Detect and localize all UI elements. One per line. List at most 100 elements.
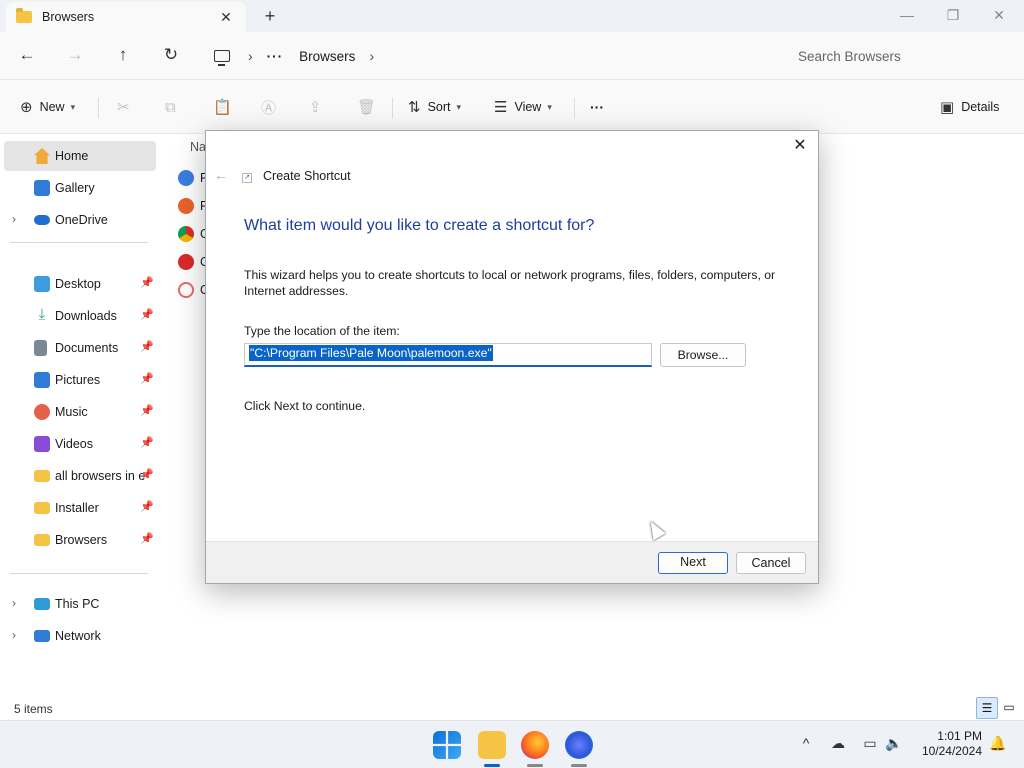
close-tab-button[interactable]: ✕ (216, 9, 236, 26)
paste-button[interactable]: 📋 (213, 96, 239, 118)
sidebar-item-label: all browsers in e (55, 469, 145, 483)
start-button[interactable] (433, 731, 461, 759)
sidebar-item-all-browsers[interactable]: all browsers in e 📌 (4, 461, 156, 491)
tab-browsers[interactable]: Browsers ✕ (6, 2, 246, 32)
pin-icon: 📌 (140, 277, 154, 289)
sidebar-item-videos[interactable]: Videos 📌 (4, 429, 156, 459)
status-bar: 5 items ☰ ▭ (0, 694, 1024, 720)
running-indicator (527, 764, 543, 767)
sidebar-item-desktop[interactable]: Desktop 📌 (4, 269, 156, 299)
notification-bell-icon[interactable]: 🔔 (988, 735, 1008, 752)
view-button[interactable]: ☰ View ▾ (494, 96, 552, 118)
sidebar-item-label: Home (55, 149, 89, 163)
volume-muted-icon[interactable]: 🔈 (884, 735, 904, 752)
back-arrow-icon[interactable]: ← (214, 167, 228, 183)
item-count: 5 items (14, 702, 53, 716)
firefox-taskbar-icon[interactable] (521, 731, 549, 759)
breadcrumb-overflow[interactable]: ··· (267, 49, 284, 64)
pin-icon: 📌 (140, 533, 154, 545)
sidebar-item-network[interactable]: › Network (4, 621, 156, 651)
delete-button[interactable]: 🗑 (357, 96, 383, 118)
divider (10, 242, 148, 243)
sort-label: Sort (427, 100, 451, 114)
address-bar: ← → ↑ ↻ › ··· Browsers › Search Browsers (0, 32, 1024, 80)
document-icon (34, 340, 47, 356)
chevron-right-icon[interactable]: › (12, 596, 16, 610)
sidebar-item-installer[interactable]: Installer 📌 (4, 493, 156, 523)
chevron-right-icon[interactable]: › (12, 628, 16, 642)
share-icon: ⇪ (309, 99, 322, 116)
download-icon: ⤓ (38, 306, 46, 323)
sidebar-item-this-pc[interactable]: › This PC (4, 589, 156, 619)
sidebar-item-onedrive[interactable]: › OneDrive (4, 205, 156, 235)
chevron-right-icon[interactable]: › (369, 48, 374, 64)
folder-icon (34, 470, 50, 482)
sidebar-item-label: Documents (55, 341, 119, 355)
firefox-dev-taskbar-icon[interactable] (565, 731, 593, 759)
new-button[interactable]: ⊕ New ▾ (20, 96, 75, 118)
sidebar-item-documents[interactable]: Documents 📌 (4, 333, 156, 363)
continue-hint: Click Next to continue. (244, 399, 366, 413)
sidebar-item-music[interactable]: Music 📌 (4, 397, 156, 427)
minimize-button[interactable]: — (884, 4, 930, 28)
column-header-name[interactable]: Na (190, 140, 206, 154)
up-button[interactable]: ↑ (110, 44, 136, 68)
new-tab-button[interactable]: + (260, 6, 280, 27)
sidebar-item-label: This PC (55, 597, 100, 611)
chevron-down-icon: ▾ (70, 101, 76, 112)
cloud-offline-icon[interactable]: ☁ (828, 735, 848, 752)
details-pane-icon: ▣ (940, 99, 955, 116)
details-view-button[interactable]: ☰ (976, 697, 998, 719)
sidebar-item-label: Browsers (55, 533, 108, 547)
sidebar-item-label: Gallery (55, 181, 95, 195)
rename-button[interactable]: Ⓐ (261, 96, 283, 118)
sidebar-item-label: Videos (55, 437, 93, 451)
chevron-right-icon[interactable]: › (12, 212, 16, 226)
sidebar-item-downloads[interactable]: ⤓ Downloads 📌 (4, 301, 156, 331)
sidebar-item-label: Pictures (55, 373, 101, 387)
cancel-button[interactable]: Cancel (736, 552, 806, 574)
chevron-right-icon[interactable]: › (248, 48, 253, 64)
divider (574, 98, 575, 118)
dialog-heading: What item would you like to create a sho… (244, 217, 595, 234)
back-button[interactable]: ← (14, 44, 40, 68)
pin-icon: 📌 (140, 469, 154, 481)
paste-icon: 📋 (213, 99, 232, 116)
tiles-view-icon: ▭ (1003, 700, 1015, 714)
tiles-view-button[interactable]: ▭ (998, 697, 1020, 719)
next-button[interactable]: Next (658, 552, 728, 574)
chevron-up-icon[interactable]: ^ (796, 735, 816, 751)
sidebar-item-gallery[interactable]: Gallery (4, 173, 156, 203)
tab-title: Browsers (42, 10, 95, 24)
sidebar-item-pictures[interactable]: Pictures 📌 (4, 365, 156, 395)
details-button[interactable]: ▣ Details (940, 96, 999, 118)
view-list-icon: ☰ (494, 99, 508, 116)
clock[interactable]: 1:01 PM 10/24/2024 (912, 729, 982, 759)
divider (98, 98, 99, 118)
close-dialog-button[interactable]: ✕ (790, 137, 810, 157)
sidebar-item-label: Desktop (55, 277, 101, 291)
location-label: Type the location of the item: (244, 324, 400, 338)
breadcrumb-browsers[interactable]: Browsers (299, 49, 355, 64)
location-input[interactable]: "C:\Program Files\Pale Moon\palemoon.exe… (244, 343, 652, 367)
maximize-button[interactable]: ❐ (930, 4, 976, 28)
opera-gx-icon (178, 282, 194, 298)
refresh-button[interactable]: ↻ (158, 44, 184, 68)
close-window-button[interactable]: ✕ (976, 4, 1022, 28)
sidebar-item-browsers[interactable]: Browsers 📌 (4, 525, 156, 555)
copy-button[interactable]: ⧉ (165, 96, 183, 118)
sidebar-item-label: Music (55, 405, 88, 419)
search-input[interactable]: Search Browsers (784, 40, 1020, 72)
file-explorer-taskbar-icon[interactable] (478, 731, 506, 759)
browse-button[interactable]: Browse... (660, 343, 746, 367)
running-indicator (571, 764, 587, 767)
cut-button[interactable]: ✂ (117, 96, 137, 118)
breadcrumb[interactable]: › ··· Browsers › (202, 40, 774, 72)
forward-button[interactable]: → (62, 44, 88, 68)
list-view-icon: ☰ (981, 701, 993, 715)
sidebar-item-home[interactable]: Home (4, 141, 156, 171)
network-icon[interactable]: ▭ (860, 735, 880, 752)
more-options-button[interactable]: ··· (590, 96, 604, 118)
share-button[interactable]: ⇪ (309, 96, 329, 118)
sort-button[interactable]: ⇅ Sort ▾ (408, 96, 461, 118)
